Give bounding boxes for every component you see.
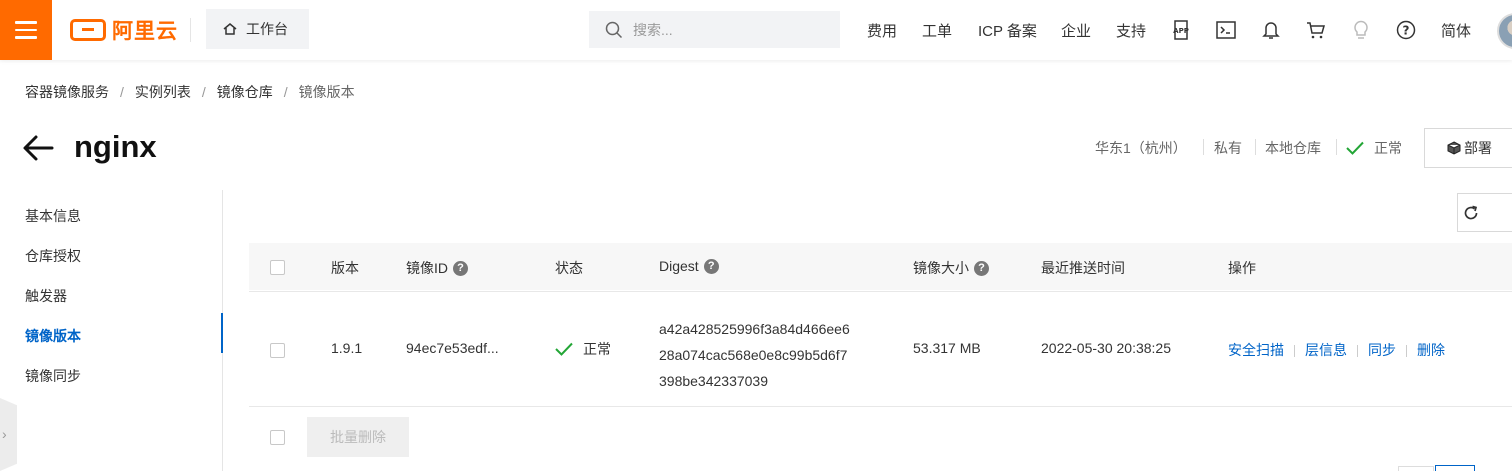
sidebar-collapse-handle[interactable]: ›: [0, 398, 17, 471]
divider: [1357, 345, 1358, 358]
column-header-label: 镜像大小: [913, 260, 969, 276]
column-header-digest: Digest ?: [659, 258, 719, 274]
help-icon[interactable]: ?: [703, 258, 719, 274]
select-all-checkbox[interactable]: [270, 260, 285, 275]
cell-version: 1.9.1: [331, 340, 363, 356]
table-header: 版本 镜像ID ? 状态 Digest ? 镜像大小 ? 最近推送时间 操作: [249, 243, 1512, 290]
page-title: nginx: [74, 129, 157, 164]
sidebar-item-image-sync[interactable]: 镜像同步: [25, 366, 81, 386]
home-icon: [223, 23, 237, 35]
breadcrumb-separator: /: [283, 84, 288, 100]
search-placeholder: 搜索...: [633, 21, 673, 38]
breadcrumb-separator: /: [201, 84, 206, 100]
column-header-status: 状态: [555, 260, 583, 276]
bulk-delete-button[interactable]: 批量删除: [307, 417, 409, 457]
chevron-right-icon: ›: [2, 426, 7, 442]
breadcrumb-separator: /: [120, 84, 124, 100]
pagination-button-active[interactable]: [1435, 465, 1475, 471]
nav-icp[interactable]: ICP 备案: [978, 0, 1037, 60]
cell-digest: a42a428525996f3a84d466ee6 28a074cac568e0…: [659, 316, 850, 394]
divider: [1203, 139, 1204, 155]
menu-icon[interactable]: [0, 0, 52, 60]
divider: [1336, 139, 1337, 155]
breadcrumb-item[interactable]: 实例列表: [135, 82, 191, 102]
cart-icon[interactable]: [1305, 19, 1327, 41]
digest-line: 28a074cac568e0e8c99b5d6f7: [659, 347, 848, 363]
row-checkbox[interactable]: [270, 343, 285, 358]
column-header-version: 版本: [331, 260, 359, 276]
app-icon[interactable]: APP: [1170, 19, 1192, 41]
sync-link[interactable]: 同步: [1368, 342, 1396, 358]
divider: [190, 18, 191, 42]
avatar[interactable]: [1497, 13, 1512, 49]
footer-select-all-checkbox[interactable]: [270, 430, 285, 445]
region-label: 华东1（杭州）: [1095, 140, 1187, 156]
column-header-push-time: 最近推送时间: [1041, 260, 1125, 276]
bell-icon[interactable]: [1260, 19, 1282, 41]
column-header-label: Digest: [659, 258, 699, 274]
refresh-icon: [1464, 205, 1478, 219]
cell-actions: 安全扫描 层信息 同步 删除: [1228, 340, 1445, 360]
divider: [1255, 139, 1256, 155]
deploy-button[interactable]: 部署: [1424, 128, 1512, 168]
column-header-label: 镜像ID: [406, 260, 448, 276]
nav-fees[interactable]: 费用: [867, 0, 897, 60]
back-arrow-icon[interactable]: [22, 133, 56, 163]
status-text: 正常: [583, 341, 611, 357]
column-header-size: 镜像大小 ?: [913, 258, 989, 278]
nav-enterprise[interactable]: 企业: [1061, 0, 1091, 60]
repo-status-text: 正常: [1374, 140, 1402, 156]
divider: [1294, 345, 1295, 358]
sidebar-item-image-versions[interactable]: 镜像版本: [25, 326, 81, 346]
help-icon[interactable]: ?: [974, 260, 989, 276]
check-icon: [555, 342, 573, 356]
pagination-button[interactable]: [1398, 466, 1434, 471]
terminal-icon[interactable]: [1215, 19, 1237, 41]
nav-tickets[interactable]: 工单: [922, 0, 952, 60]
repo-status: 正常: [1346, 138, 1402, 158]
cell-push-time: 2022-05-30 20:38:25: [1041, 340, 1171, 356]
search-icon: [605, 21, 623, 38]
repo-type-label: 本地仓库: [1265, 140, 1321, 156]
top-bar: 阿里云 工作台 搜索... 费用 工单 ICP 备案 企业 支持 APP ? 简…: [0, 0, 1512, 60]
cube-icon: [1447, 141, 1461, 155]
check-icon: [1346, 141, 1364, 155]
logo-text: 阿里云: [112, 20, 178, 43]
svg-text:APP: APP: [1173, 27, 1189, 35]
workbench-label: 工作台: [246, 21, 288, 37]
column-header-actions: 操作: [1228, 260, 1256, 276]
breadcrumb-item[interactable]: 镜像仓库: [217, 82, 273, 102]
sidebar-item-repo-auth[interactable]: 仓库授权: [25, 246, 81, 266]
nav-support[interactable]: 支持: [1116, 0, 1146, 60]
sidebar-active-indicator: [221, 313, 223, 353]
visibility-label: 私有: [1214, 140, 1242, 156]
layer-info-link[interactable]: 层信息: [1305, 342, 1347, 358]
cell-size: 53.317 MB: [913, 340, 981, 356]
sidebar-item-triggers[interactable]: 触发器: [25, 286, 67, 306]
digest-line: 398be342337039: [659, 373, 769, 389]
deploy-label: 部署: [1464, 140, 1492, 156]
sidebar-item-basic-info[interactable]: 基本信息: [25, 206, 81, 226]
aliyun-logo-mark: [70, 19, 106, 41]
aliyun-logo[interactable]: 阿里云: [70, 16, 178, 44]
column-header-image-id: 镜像ID ?: [406, 258, 468, 278]
workbench-button[interactable]: 工作台: [206, 9, 309, 49]
table-row: 1.9.1 94ec7e53edf... 正常 a42a428525996f3a…: [249, 291, 1512, 407]
help-icon[interactable]: ?: [453, 260, 468, 276]
language-switch[interactable]: 简体: [1441, 0, 1471, 60]
help-icon[interactable]: ?: [1395, 19, 1417, 41]
cell-image-id: 94ec7e53edf...: [406, 340, 499, 356]
search-input[interactable]: 搜索...: [589, 11, 840, 48]
security-scan-link[interactable]: 安全扫描: [1228, 342, 1284, 358]
breadcrumb: 容器镜像服务 / 实例列表 / 镜像仓库 / 镜像版本: [25, 82, 355, 102]
cell-status: 正常: [555, 339, 611, 359]
digest-line: a42a428525996f3a84d466ee6: [659, 321, 850, 337]
delete-link[interactable]: 删除: [1417, 342, 1445, 358]
lightbulb-icon[interactable]: [1350, 19, 1372, 41]
breadcrumb-item[interactable]: 容器镜像服务: [25, 82, 109, 102]
divider: [1406, 345, 1407, 358]
svg-text:?: ?: [1403, 24, 1410, 38]
refresh-button[interactable]: [1457, 193, 1512, 232]
breadcrumb-current: 镜像版本: [298, 84, 355, 100]
